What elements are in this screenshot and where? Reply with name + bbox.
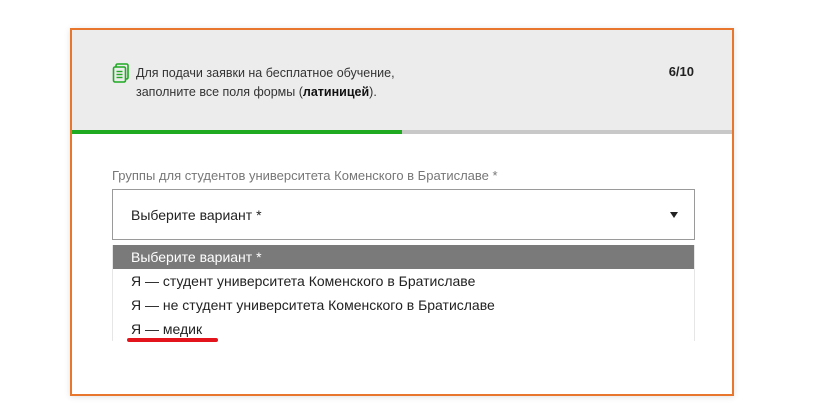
group-select[interactable]: Выберите вариант * xyxy=(112,189,695,240)
progress-bar xyxy=(72,130,732,134)
form-notice: Для подачи заявки на бесплатное обучение… xyxy=(136,64,566,102)
form-header: Для подачи заявки на бесплатное обучение… xyxy=(72,30,732,130)
notice-emphasis: латиницей xyxy=(302,85,370,99)
document-icon xyxy=(112,63,129,83)
select-option-not-student[interactable]: Я — не студент университета Коменского в… xyxy=(113,293,694,317)
annotation-underline xyxy=(127,338,218,342)
chevron-down-icon xyxy=(670,212,678,218)
select-value: Выберите вариант * xyxy=(131,207,262,223)
progress-bar-fill xyxy=(72,130,402,134)
field-label: Группы для студентов университета Коменс… xyxy=(112,168,498,183)
notice-line-1: Для подачи заявки на бесплатное обучение… xyxy=(136,66,395,80)
select-dropdown-list: Выберите вариант * Я — студент университ… xyxy=(112,245,695,341)
application-form-card: Для подачи заявки на бесплатное обучение… xyxy=(70,28,734,396)
select-option-placeholder[interactable]: Выберите вариант * xyxy=(113,245,694,269)
step-counter: 6/10 xyxy=(668,64,694,79)
select-option-student[interactable]: Я — студент университета Коменского в Бр… xyxy=(113,269,694,293)
notice-line-2: заполните все поля формы (латиницей). xyxy=(136,85,377,99)
